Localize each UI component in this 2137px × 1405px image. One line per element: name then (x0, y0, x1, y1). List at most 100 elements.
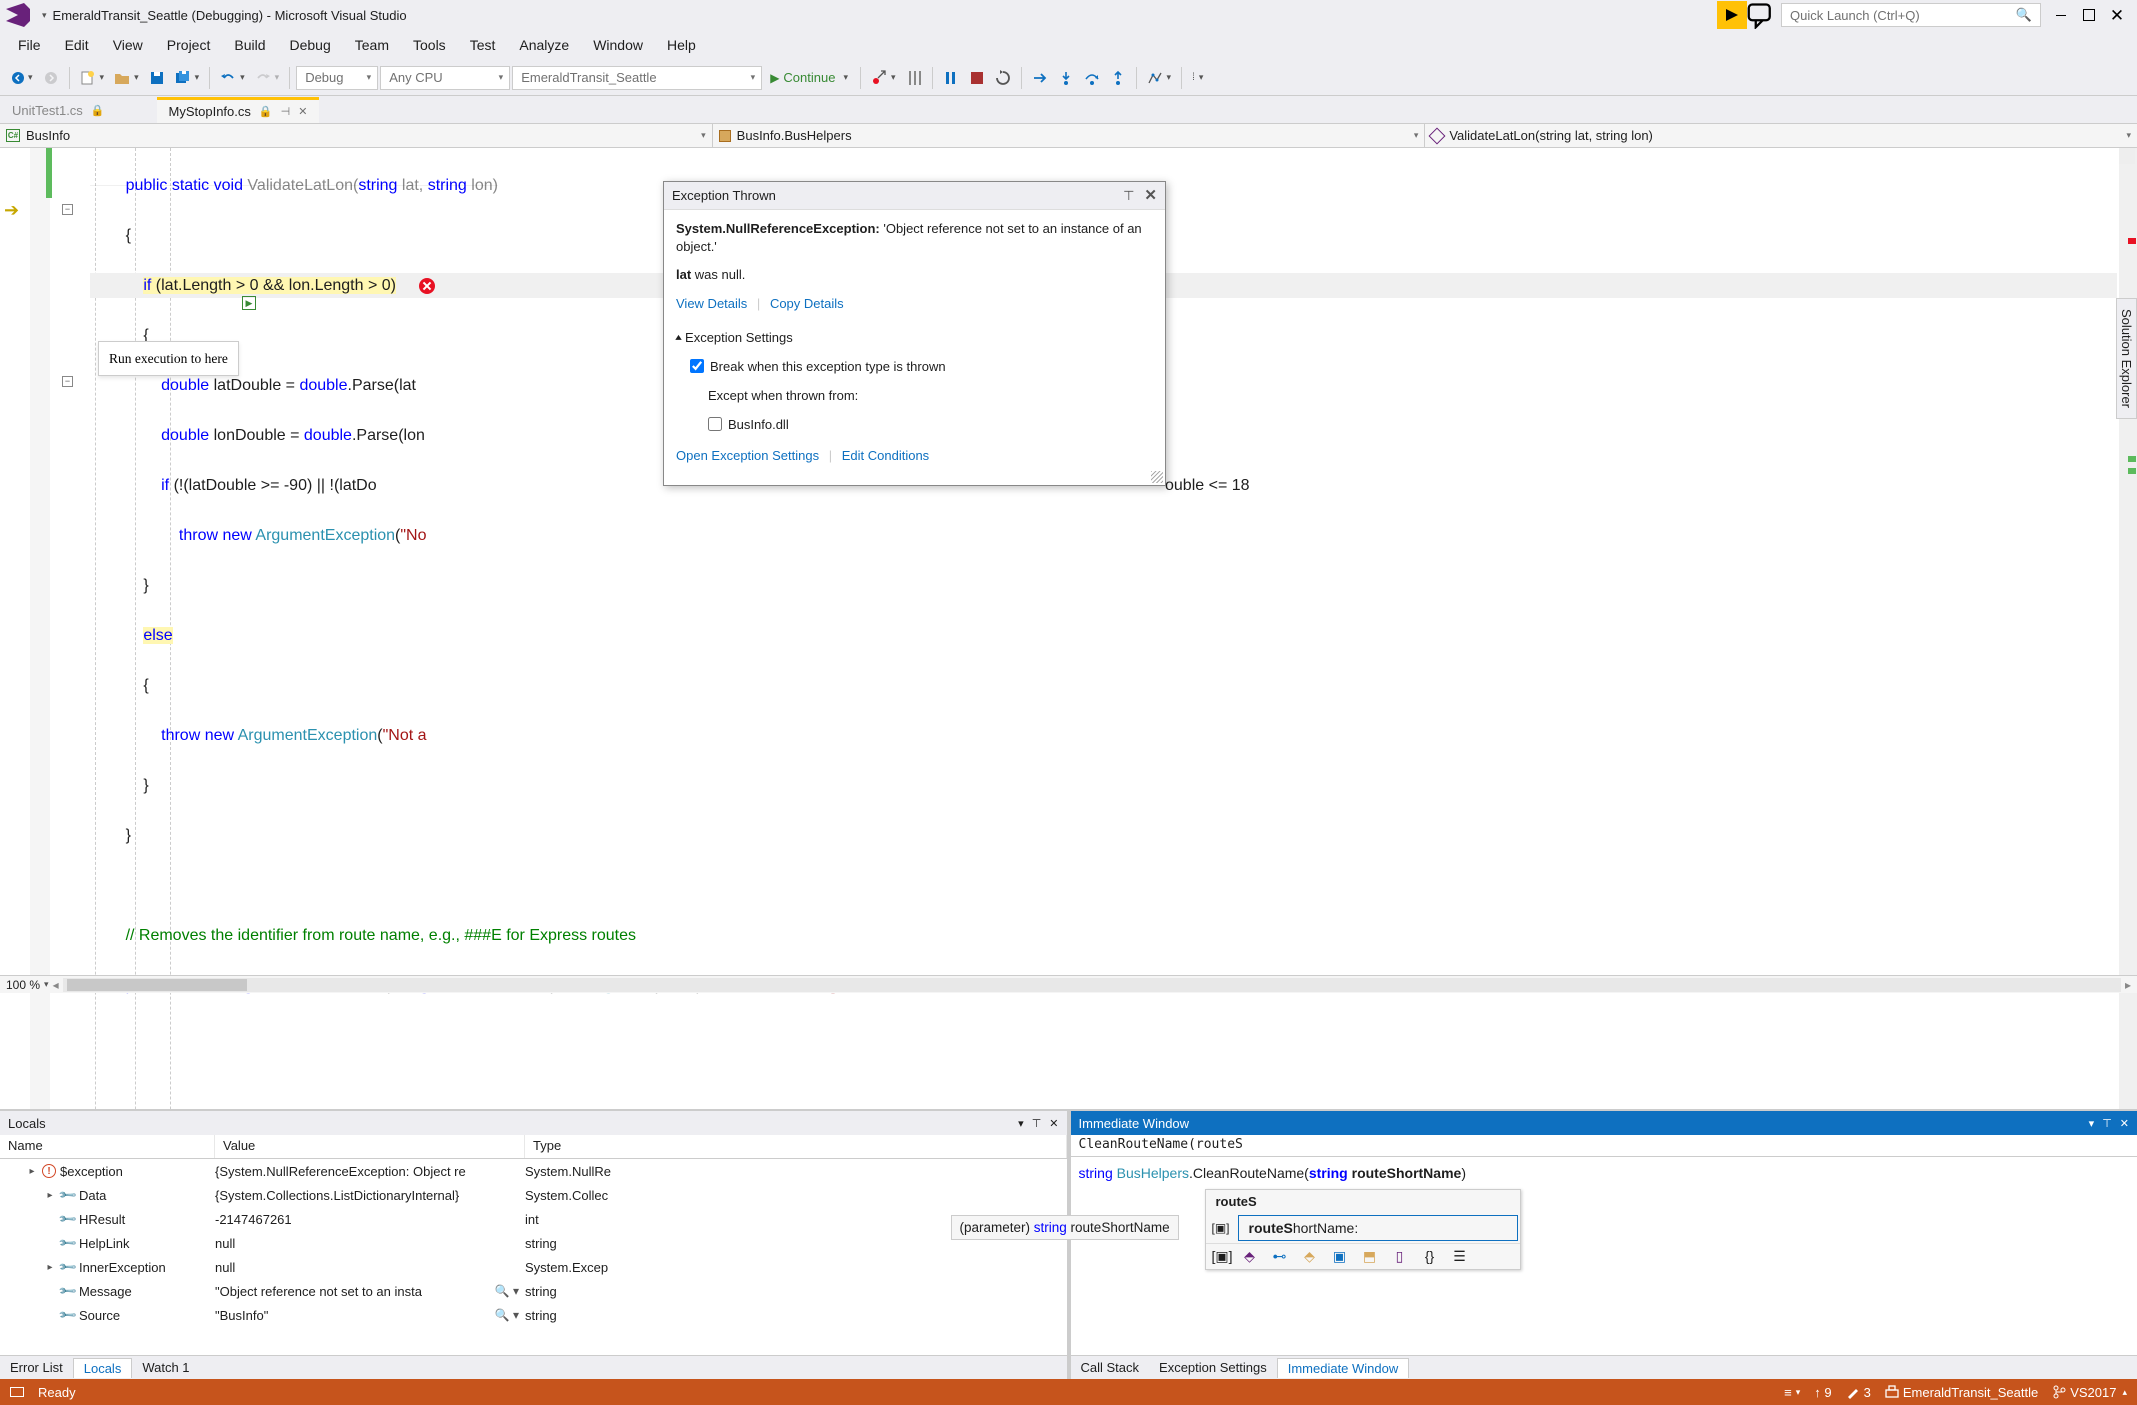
save-all-button[interactable] (171, 68, 204, 88)
tab-mystopinfo[interactable]: MyStopInfo.cs 🔒 ⊣ ✕ (157, 97, 320, 123)
save-button[interactable] (145, 68, 169, 88)
open-file-button[interactable] (110, 68, 143, 88)
nav-namespace-combo[interactable]: C# BusInfo (0, 124, 713, 147)
tab-locals[interactable]: Locals (73, 1358, 133, 1378)
edit-conditions-link[interactable]: Edit Conditions (842, 448, 929, 463)
close-button[interactable]: ✕ (2103, 1, 2131, 29)
startup-combo[interactable]: EmeraldTransit_Seattle (512, 66, 762, 90)
text-visualizer-button[interactable]: 🔍 ▾ (495, 1308, 519, 1322)
exception-settings-expander[interactable]: Exception Settings (676, 325, 1153, 350)
open-exception-settings-link[interactable]: Open Exception Settings (676, 448, 819, 463)
menu-tools[interactable]: Tools (401, 33, 458, 57)
close-tab-icon[interactable]: ✕ (298, 105, 307, 118)
intellisense-item[interactable]: routeShortName: (1238, 1215, 1518, 1241)
nav-back-button[interactable]: ▾ (6, 68, 37, 88)
restart-button[interactable] (991, 68, 1015, 88)
pin-icon[interactable]: ⊤ (1032, 1117, 1042, 1130)
view-details-link[interactable]: View Details (676, 296, 747, 311)
redo-button[interactable] (251, 68, 284, 88)
fold-button[interactable] (62, 376, 73, 387)
undo-button[interactable] (216, 68, 249, 88)
menu-edit[interactable]: Edit (53, 33, 101, 57)
pause-button[interactable] (939, 68, 963, 88)
filter-class-icon[interactable]: ⬘ (1302, 1248, 1318, 1265)
pin-icon[interactable]: ⊣ (281, 105, 291, 118)
copy-details-link[interactable]: Copy Details (770, 296, 844, 311)
horizontal-scrollbar[interactable] (63, 978, 2121, 992)
close-icon[interactable]: ✕ (1144, 183, 1157, 208)
nav-fwd-button[interactable] (39, 68, 63, 88)
menu-help[interactable]: Help (655, 33, 708, 57)
close-icon[interactable]: ✕ (2120, 1117, 2129, 1130)
locals-row[interactable]: 🔧 Message"Object reference not set to an… (0, 1279, 1067, 1303)
stop-button[interactable] (965, 68, 989, 88)
immediate-input[interactable]: CleanRouteName(routeS (1071, 1135, 2137, 1157)
menu-file[interactable]: File (6, 33, 53, 57)
tab-call-stack[interactable]: Call Stack (1071, 1358, 1150, 1377)
step-out-button[interactable] (1106, 68, 1130, 88)
step-over-button[interactable] (1080, 68, 1104, 88)
solution-explorer-tab[interactable]: Solution Explorer (2116, 298, 2137, 419)
filter-interface-icon[interactable]: ▯ (1392, 1248, 1408, 1265)
locals-row[interactable]: 🔧 HResult-2147467261int (0, 1207, 1067, 1231)
status-publish[interactable]: ↑ 9 (1814, 1385, 1831, 1400)
locals-row[interactable]: 🔧 Source"BusInfo"🔍 ▾string (0, 1303, 1067, 1327)
vs-menu-drop-icon[interactable]: ▾ (42, 10, 47, 21)
status-changes[interactable]: 3 (1846, 1385, 1871, 1400)
nav-method-combo[interactable]: ValidateLatLon(string lat, string lon) (1425, 124, 2137, 147)
menu-build[interactable]: Build (222, 33, 277, 57)
run-to-click-button[interactable] (242, 296, 256, 310)
maximize-button[interactable] (2075, 1, 2103, 29)
zoom-combo[interactable]: 100 % (6, 978, 40, 992)
except-module-checkbox[interactable] (708, 417, 722, 431)
tab-immediate-window[interactable]: Immediate Window (1277, 1358, 1410, 1378)
pin-icon[interactable]: ⊤ (1123, 183, 1134, 208)
platform-combo[interactable]: Any CPU (380, 66, 510, 90)
breakpoint-settings-button[interactable] (867, 68, 900, 88)
menu-view[interactable]: View (101, 33, 155, 57)
break-when-checkbox[interactable] (690, 359, 704, 373)
status-repo[interactable]: EmeraldTransit_Seattle (1885, 1385, 2038, 1400)
step-into-button[interactable] (1054, 68, 1078, 88)
filter-enum-icon[interactable]: ⬒ (1362, 1248, 1378, 1265)
config-combo[interactable]: Debug (296, 66, 378, 90)
show-next-stmt-button[interactable] (1028, 68, 1052, 88)
fold-button[interactable] (62, 204, 73, 215)
locals-row[interactable]: ▸🔧 Data{System.Collections.ListDictionar… (0, 1183, 1067, 1207)
close-icon[interactable]: ✕ (1049, 1117, 1058, 1130)
filter-keyword-icon[interactable]: ☰ (1452, 1248, 1468, 1265)
feedback-button[interactable] (1747, 1, 1775, 29)
nav-class-combo[interactable]: BusInfo.BusHelpers (713, 124, 1426, 147)
window-position-icon[interactable]: ▾ (1018, 1117, 1024, 1130)
intellitrace-button[interactable] (1143, 68, 1176, 88)
filter-method-icon[interactable]: ⬘ (1242, 1248, 1258, 1265)
filter-field-icon[interactable]: ⊷ (1272, 1248, 1288, 1265)
tab-error-list[interactable]: Error List (0, 1358, 73, 1377)
filter-namespace-icon[interactable]: {} (1422, 1248, 1438, 1265)
menu-debug[interactable]: Debug (278, 33, 343, 57)
tab-watch1[interactable]: Watch 1 (132, 1358, 199, 1377)
split-button[interactable] (2119, 148, 2135, 164)
menu-project[interactable]: Project (155, 33, 223, 57)
status-branch[interactable]: VS2017▴ (2052, 1385, 2127, 1400)
status-lines-button[interactable]: ≡▾ (1784, 1385, 1800, 1400)
new-item-button[interactable] (76, 68, 109, 88)
tab-unittest[interactable]: UnitTest1.cs 🔒 (0, 97, 117, 123)
toolbar-options-button[interactable]: ⁞ (1188, 70, 1207, 85)
filter-local-icon[interactable]: [▣] (1212, 1248, 1228, 1265)
quick-launch-input[interactable]: Quick Launch (Ctrl+Q) 🔍 (1781, 3, 2041, 27)
text-visualizer-button[interactable]: 🔍 ▾ (495, 1284, 519, 1298)
menu-team[interactable]: Team (343, 33, 401, 57)
tab-exception-settings[interactable]: Exception Settings (1149, 1358, 1277, 1377)
window-position-icon[interactable]: ▾ (2089, 1117, 2095, 1130)
pin-icon[interactable]: ⊤ (2102, 1117, 2112, 1130)
menu-test[interactable]: Test (458, 33, 508, 57)
show-threads-button[interactable] (902, 68, 926, 88)
notification-flag-button[interactable] (1717, 1, 1747, 29)
locals-body[interactable]: ▸! $exception{System.NullReferenceExcept… (0, 1159, 1067, 1355)
resize-grip[interactable] (1151, 471, 1163, 483)
locals-row[interactable]: 🔧 HelpLinknullstring (0, 1231, 1067, 1255)
immediate-body[interactable]: string BusHelpers.CleanRouteName(string … (1071, 1157, 2137, 1355)
continue-button[interactable]: Continue (764, 68, 854, 87)
menu-window[interactable]: Window (581, 33, 655, 57)
